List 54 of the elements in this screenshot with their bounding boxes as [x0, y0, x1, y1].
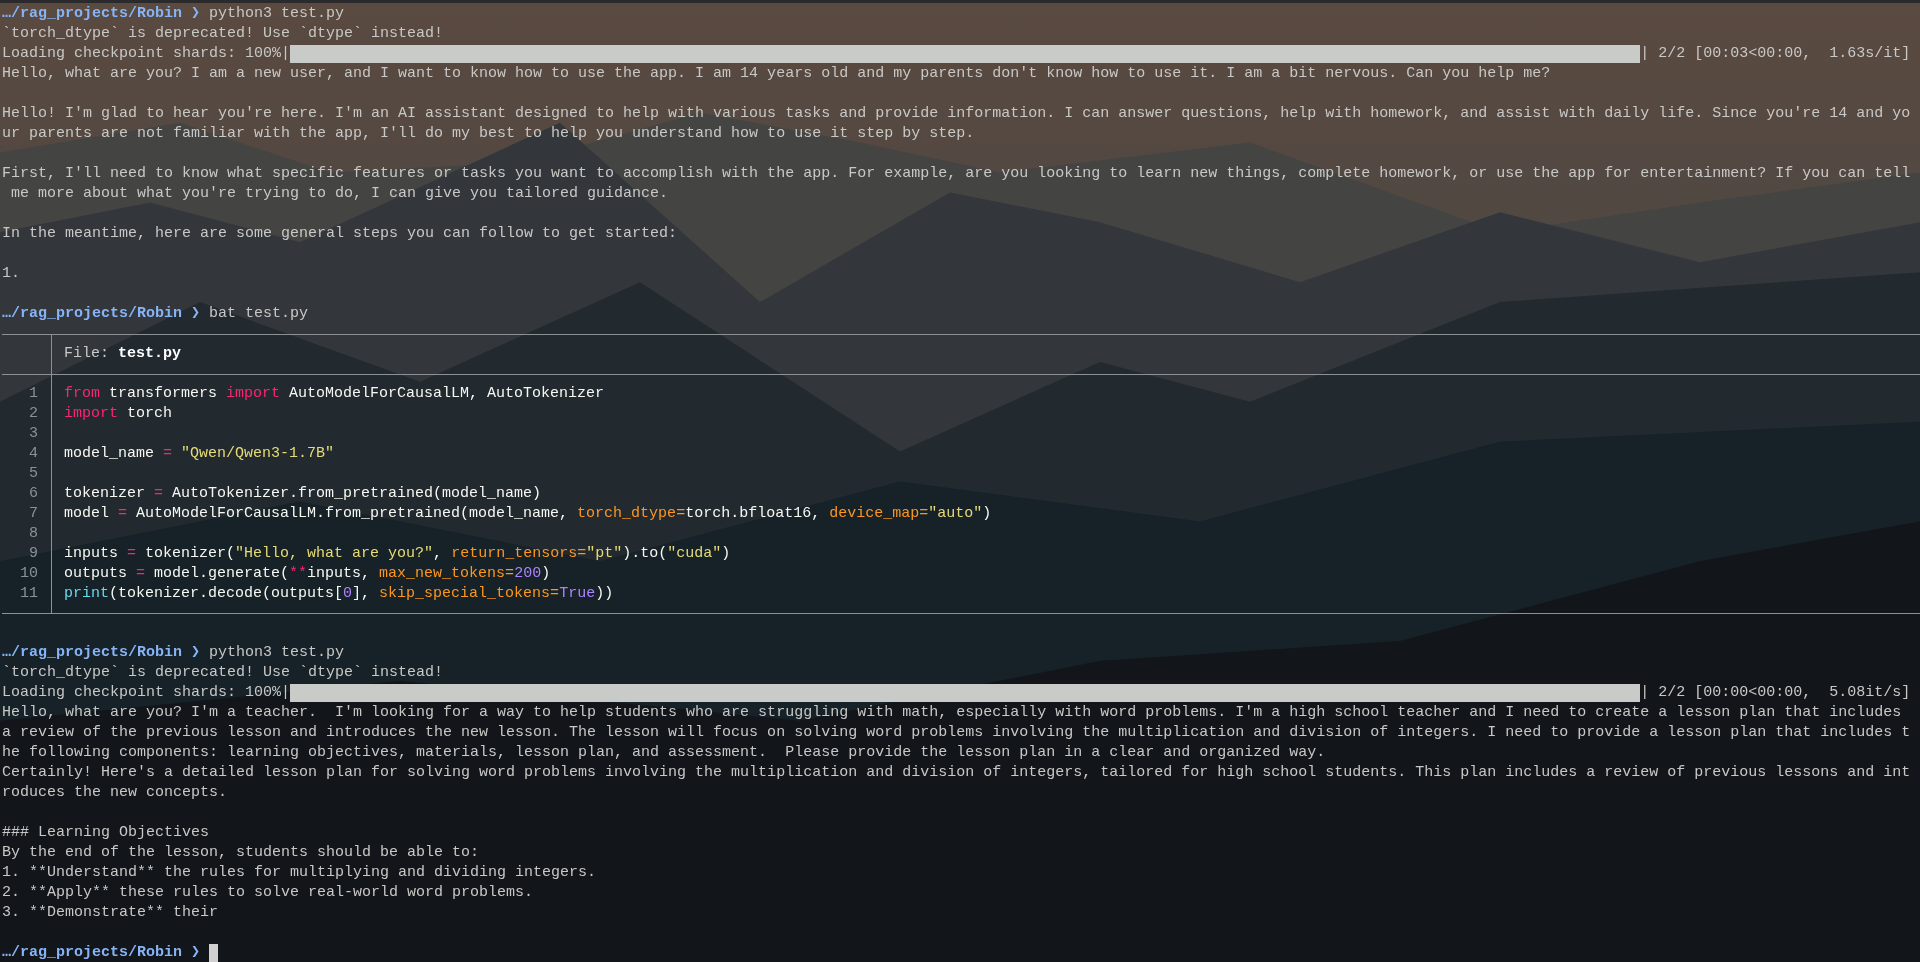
- progress-stats: | 2/2 [00:03<00:00, 1.63s/it]: [1640, 44, 1911, 64]
- command-text: bat test.py: [209, 304, 309, 324]
- prompt-symbol: ❯: [191, 4, 201, 24]
- prompt-symbol: ❯: [191, 304, 201, 324]
- output-line: Hello, what are you? I'm a teacher. I'm looking for a way to help students who are struggling with math, especially with word problems. I'm a high school teacher and I need to create a lesson plan that includes: [2, 703, 1902, 723]
- output-line: Hello! I'm glad to hear you're here. I'm an AI assistant designed to help with various tasks and provide information. I can answer questions, help with homework, and assist with daily life. Since you're 14 and yo: [2, 104, 1911, 124]
- progress-label: Loading checkpoint shards: 100%|: [2, 44, 291, 64]
- output-line: a review of the previous lesson and introduces the new lesson. The lesson will focus on solving word problems involving the multiplication and division of integers. I need to provide a lesson plan that includes t: [2, 723, 1911, 743]
- code-line: print(tokenizer.decode(outputs[0], skip_special_tokens=True)): [63, 584, 614, 604]
- prompt-path: …/rag_projects/Robin: [2, 943, 183, 962]
- prompt-path: …/rag_projects/Robin: [2, 4, 183, 24]
- code-line: model_name = "Qwen/Qwen3-1.7B": [63, 444, 335, 464]
- output-line: `torch_dtype` is deprecated! Use `dtype` instead!: [2, 24, 444, 44]
- progress-label: Loading checkpoint shards: 100%|: [2, 683, 291, 703]
- code-line: outputs = model.generate(**inputs, max_new_tokens=200): [63, 564, 551, 584]
- code-line: tokenizer = AutoTokenizer.from_pretrained(model_name): [63, 484, 542, 504]
- output-line: Hello, what are you? I am a new user, and I want to know how to use the app. I am 14 years old and my parents don't know how to use it. I am a bit nervous. Can you help me?: [2, 64, 1551, 84]
- line-number: 3: [28, 424, 38, 444]
- prompt-path: …/rag_projects/Robin: [2, 304, 183, 324]
- output-line: 1.: [2, 264, 20, 284]
- command-text: python3 test.py: [209, 4, 345, 24]
- command-text: python3 test.py: [209, 643, 345, 663]
- line-number: 10: [19, 564, 38, 584]
- output-line: Certainly! Here's a detailed lesson plan for solving word problems involving the multiplication and division of integers, tailored for high school students. This plan includes a review of previous lessons and int: [2, 763, 1911, 783]
- code-line: import torch: [63, 404, 173, 424]
- output-line: he following components: learning objectives, materials, lesson plan, and assessment. Please provide the lesson plan in a clear and organized way.: [2, 743, 1326, 763]
- prompt-symbol: ❯: [191, 643, 201, 663]
- output-line: First, I'll need to know what specific features or tasks you want to accomplish with the app. For example, are you looking to learn new things, complete homework, or use the app for entertainment? If you can tell: [2, 164, 1911, 184]
- line-number: 5: [28, 464, 38, 484]
- line-number: 11: [19, 584, 38, 604]
- line-number: 2: [28, 404, 38, 424]
- line-number: 7: [28, 504, 38, 524]
- output-line: ### Learning Objectives: [2, 823, 210, 843]
- line-number: 1: [28, 384, 38, 404]
- prompt-path: …/rag_projects/Robin: [2, 643, 183, 663]
- line-number: 6: [28, 484, 38, 504]
- output-line: 2. **Apply** these rules to solve real-world word problems.: [2, 883, 534, 903]
- code-line: model = AutoModelForCausalLM.from_pretrained(model_name, torch_dtype=torch.bfloat16, device_map="auto"): [63, 504, 992, 524]
- output-line: 3. **Demonstrate** their: [2, 903, 219, 923]
- progress-stats: | 2/2 [00:00<00:00, 5.08it/s]: [1640, 683, 1911, 703]
- code-line: inputs = tokenizer("Hello, what are you?", return_tensors="pt").to("cuda"): [63, 544, 731, 564]
- code-line: from transformers import AutoModelForCausalLM, AutoTokenizer: [63, 384, 605, 404]
- prompt-symbol: ❯: [191, 943, 201, 962]
- line-number: 9: [28, 544, 38, 564]
- output-line: 1. **Understand** the rules for multiplying and dividing integers.: [2, 863, 597, 883]
- output-line: me more about what you're trying to do, I can give you tailored guidance.: [10, 184, 669, 204]
- output-line: By the end of the lesson, students should be able to:: [2, 843, 480, 863]
- line-number: 8: [28, 524, 38, 544]
- output-line: `torch_dtype` is deprecated! Use `dtype` instead!: [2, 663, 444, 683]
- output-line: In the meantime, here are some general steps you can follow to get started:: [2, 224, 678, 244]
- output-line: ur parents are not familiar with the app, I'll do my best to help you understand how to use it step by step.: [2, 124, 975, 144]
- line-number: 4: [28, 444, 38, 464]
- file-header: File: test.py: [63, 344, 182, 364]
- output-line: roduces the new concepts.: [2, 783, 228, 803]
